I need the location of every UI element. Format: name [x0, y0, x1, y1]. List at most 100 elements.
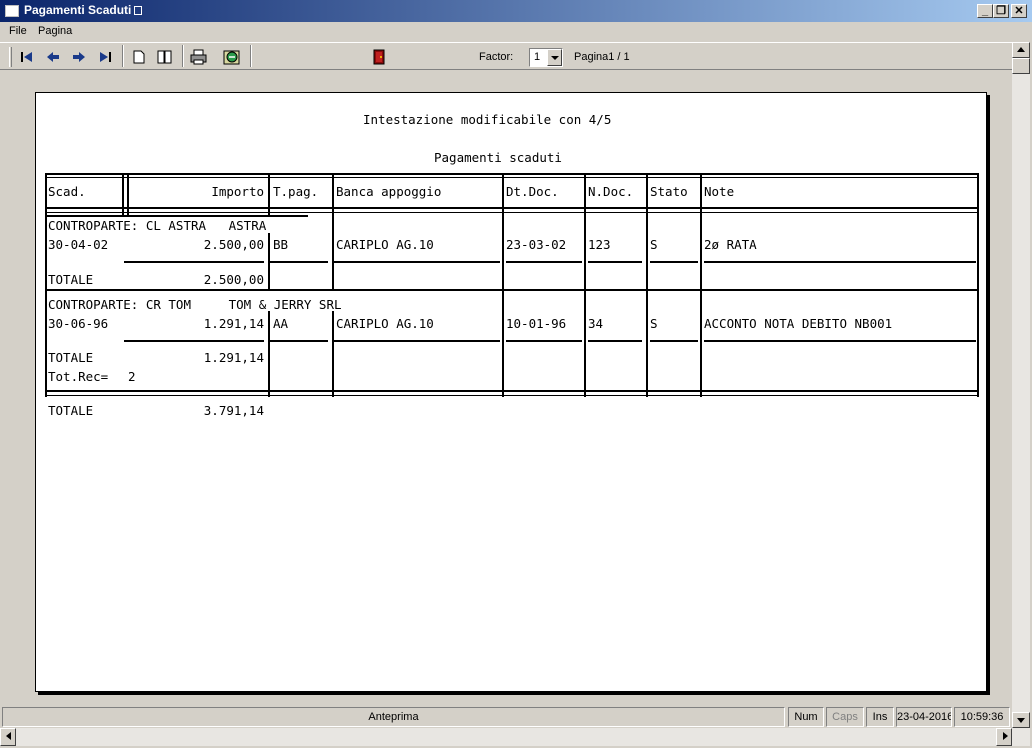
- toolbar-separator: [182, 45, 184, 67]
- col-header-stato: Stato: [650, 184, 688, 199]
- prev-page-icon[interactable]: [42, 47, 64, 67]
- status-caps: Caps: [826, 707, 864, 727]
- app-icon: [5, 5, 19, 17]
- table-rule: [700, 289, 702, 397]
- table-rule: [700, 215, 702, 291]
- status-ins: Ins: [866, 707, 894, 727]
- group-total-value: 1.291,14: [203, 350, 264, 365]
- cell-scad: 30-04-02: [48, 237, 109, 252]
- col-header-note: Note: [704, 184, 735, 199]
- table-rule: [124, 261, 264, 263]
- totrec-value: 2: [128, 369, 136, 384]
- scroll-up-icon[interactable]: [1012, 42, 1030, 58]
- vertical-scrollbar[interactable]: [1012, 42, 1030, 728]
- cell-tpag: BB: [273, 237, 289, 252]
- menu-pagina[interactable]: Pagina: [38, 25, 72, 37]
- table-rule: [45, 173, 979, 175]
- status-time: 10:59:36: [954, 707, 1010, 727]
- table-rule: [127, 173, 129, 215]
- cell-ndoc: 34: [588, 316, 604, 331]
- exit-door-icon[interactable]: [368, 47, 390, 67]
- totrec-label: Tot.Rec=: [48, 369, 109, 384]
- table-rule: [45, 212, 979, 213]
- table-rule: [502, 215, 504, 291]
- cell-note: ACCONTO NOTA DEBITO NB001: [704, 316, 893, 331]
- controparte-label: CONTROPARTE: CL ASTRA ASTRA: [48, 218, 267, 233]
- toolbar: Factor: 1 Pagina1 / 1: [0, 42, 1012, 70]
- col-header-importo: Importo: [211, 184, 264, 199]
- horizontal-scrollbar[interactable]: [0, 728, 1030, 746]
- table-rule: [646, 289, 648, 397]
- factor-select[interactable]: 1: [529, 48, 563, 67]
- minimize-button[interactable]: _: [977, 4, 993, 18]
- square-glyph-icon: [134, 6, 143, 15]
- export-icon[interactable]: [221, 47, 243, 67]
- table-rule: [646, 215, 648, 291]
- status-num: Num: [788, 707, 824, 727]
- last-page-icon[interactable]: [94, 47, 116, 67]
- title-bar: Pagamenti Scaduti _ ❐ ✕: [0, 0, 1032, 22]
- cell-stato: S: [650, 237, 658, 252]
- col-header-banca: Banca appoggio: [336, 184, 442, 199]
- cell-dtdoc: 10-01-96: [506, 316, 567, 331]
- report-title: Pagamenti scaduti: [434, 150, 562, 165]
- chevron-down-icon[interactable]: [547, 49, 562, 66]
- table-rule: [977, 215, 979, 291]
- table-rule: [45, 289, 979, 291]
- window-title: Pagamenti Scaduti: [24, 3, 143, 17]
- table-rule: [122, 173, 124, 215]
- cell-importo: 2.500,00: [203, 237, 264, 252]
- table-rule: [332, 215, 334, 291]
- table-rule: [646, 173, 648, 215]
- table-rule: [268, 173, 270, 215]
- toolbar-grip[interactable]: [9, 47, 12, 67]
- restore-button[interactable]: ❐: [993, 4, 1009, 18]
- toolbar-separator: [122, 45, 124, 67]
- next-page-icon[interactable]: [68, 47, 90, 67]
- single-page-icon[interactable]: [128, 47, 150, 67]
- table-rule: [334, 340, 500, 342]
- report-header: Intestazione modificabile con 4/5: [363, 112, 612, 127]
- cell-banca: CARIPLO AG.10: [336, 316, 434, 331]
- table-rule: [650, 261, 698, 263]
- table-rule: [506, 261, 582, 263]
- grand-total-label: TOTALE: [48, 403, 94, 418]
- menu-file[interactable]: File: [9, 25, 27, 37]
- scroll-right-icon[interactable]: [996, 728, 1012, 746]
- table-rule: [270, 261, 328, 263]
- table-rule: [45, 177, 979, 178]
- col-header-ndoc: N.Doc.: [588, 184, 634, 199]
- factor-label: Factor:: [479, 51, 514, 63]
- cell-scad: 30-06-96: [48, 316, 109, 331]
- table-rule: [588, 340, 642, 342]
- table-rule: [650, 340, 698, 342]
- col-header-dtdoc: Dt.Doc.: [506, 184, 559, 199]
- cell-importo: 1.291,14: [203, 316, 264, 331]
- controparte-label: CONTROPARTE: CR TOM TOM & JERRY SRL: [48, 297, 342, 312]
- table-rule: [332, 173, 334, 215]
- table-rule: [45, 395, 979, 396]
- table-rule: [977, 289, 979, 397]
- table-rule: [704, 261, 976, 263]
- first-page-icon[interactable]: [16, 47, 38, 67]
- table-rule: [584, 173, 586, 215]
- menu-bar: File Pagina: [0, 22, 1032, 41]
- group-total-value: 2.500,00: [203, 272, 264, 287]
- cell-ndoc: 123: [588, 237, 611, 252]
- vertical-scroll-thumb[interactable]: [1012, 58, 1030, 74]
- table-rule: [704, 340, 976, 342]
- col-header-scad: Scad.: [48, 184, 86, 199]
- page-indicator: Pagina1 / 1: [574, 51, 630, 63]
- table-rule: [45, 215, 47, 291]
- toolbar-separator: [250, 45, 252, 67]
- group-total-label: TOTALE: [48, 272, 94, 287]
- close-button[interactable]: ✕: [1011, 4, 1027, 18]
- table-rule: [700, 173, 702, 215]
- cell-stato: S: [650, 316, 658, 331]
- print-icon[interactable]: [188, 47, 210, 67]
- factor-value: 1: [534, 51, 541, 63]
- cell-note: 2ø RATA: [704, 237, 757, 252]
- scroll-left-icon[interactable]: [0, 728, 16, 746]
- two-pages-icon[interactable]: [154, 47, 176, 67]
- scroll-down-icon[interactable]: [1012, 712, 1030, 728]
